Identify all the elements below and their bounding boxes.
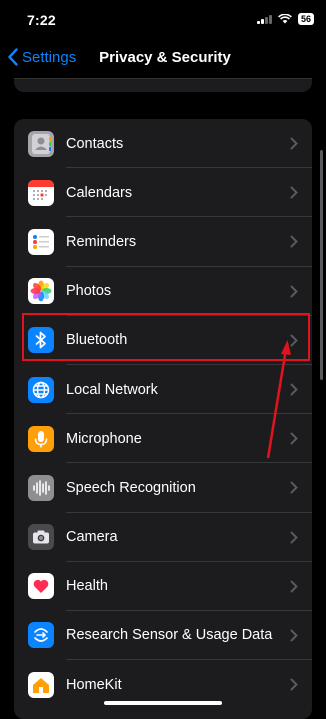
scrollbar[interactable]	[320, 150, 323, 380]
home-indicator[interactable]	[104, 701, 222, 705]
annotation-arrow-icon	[266, 340, 291, 459]
